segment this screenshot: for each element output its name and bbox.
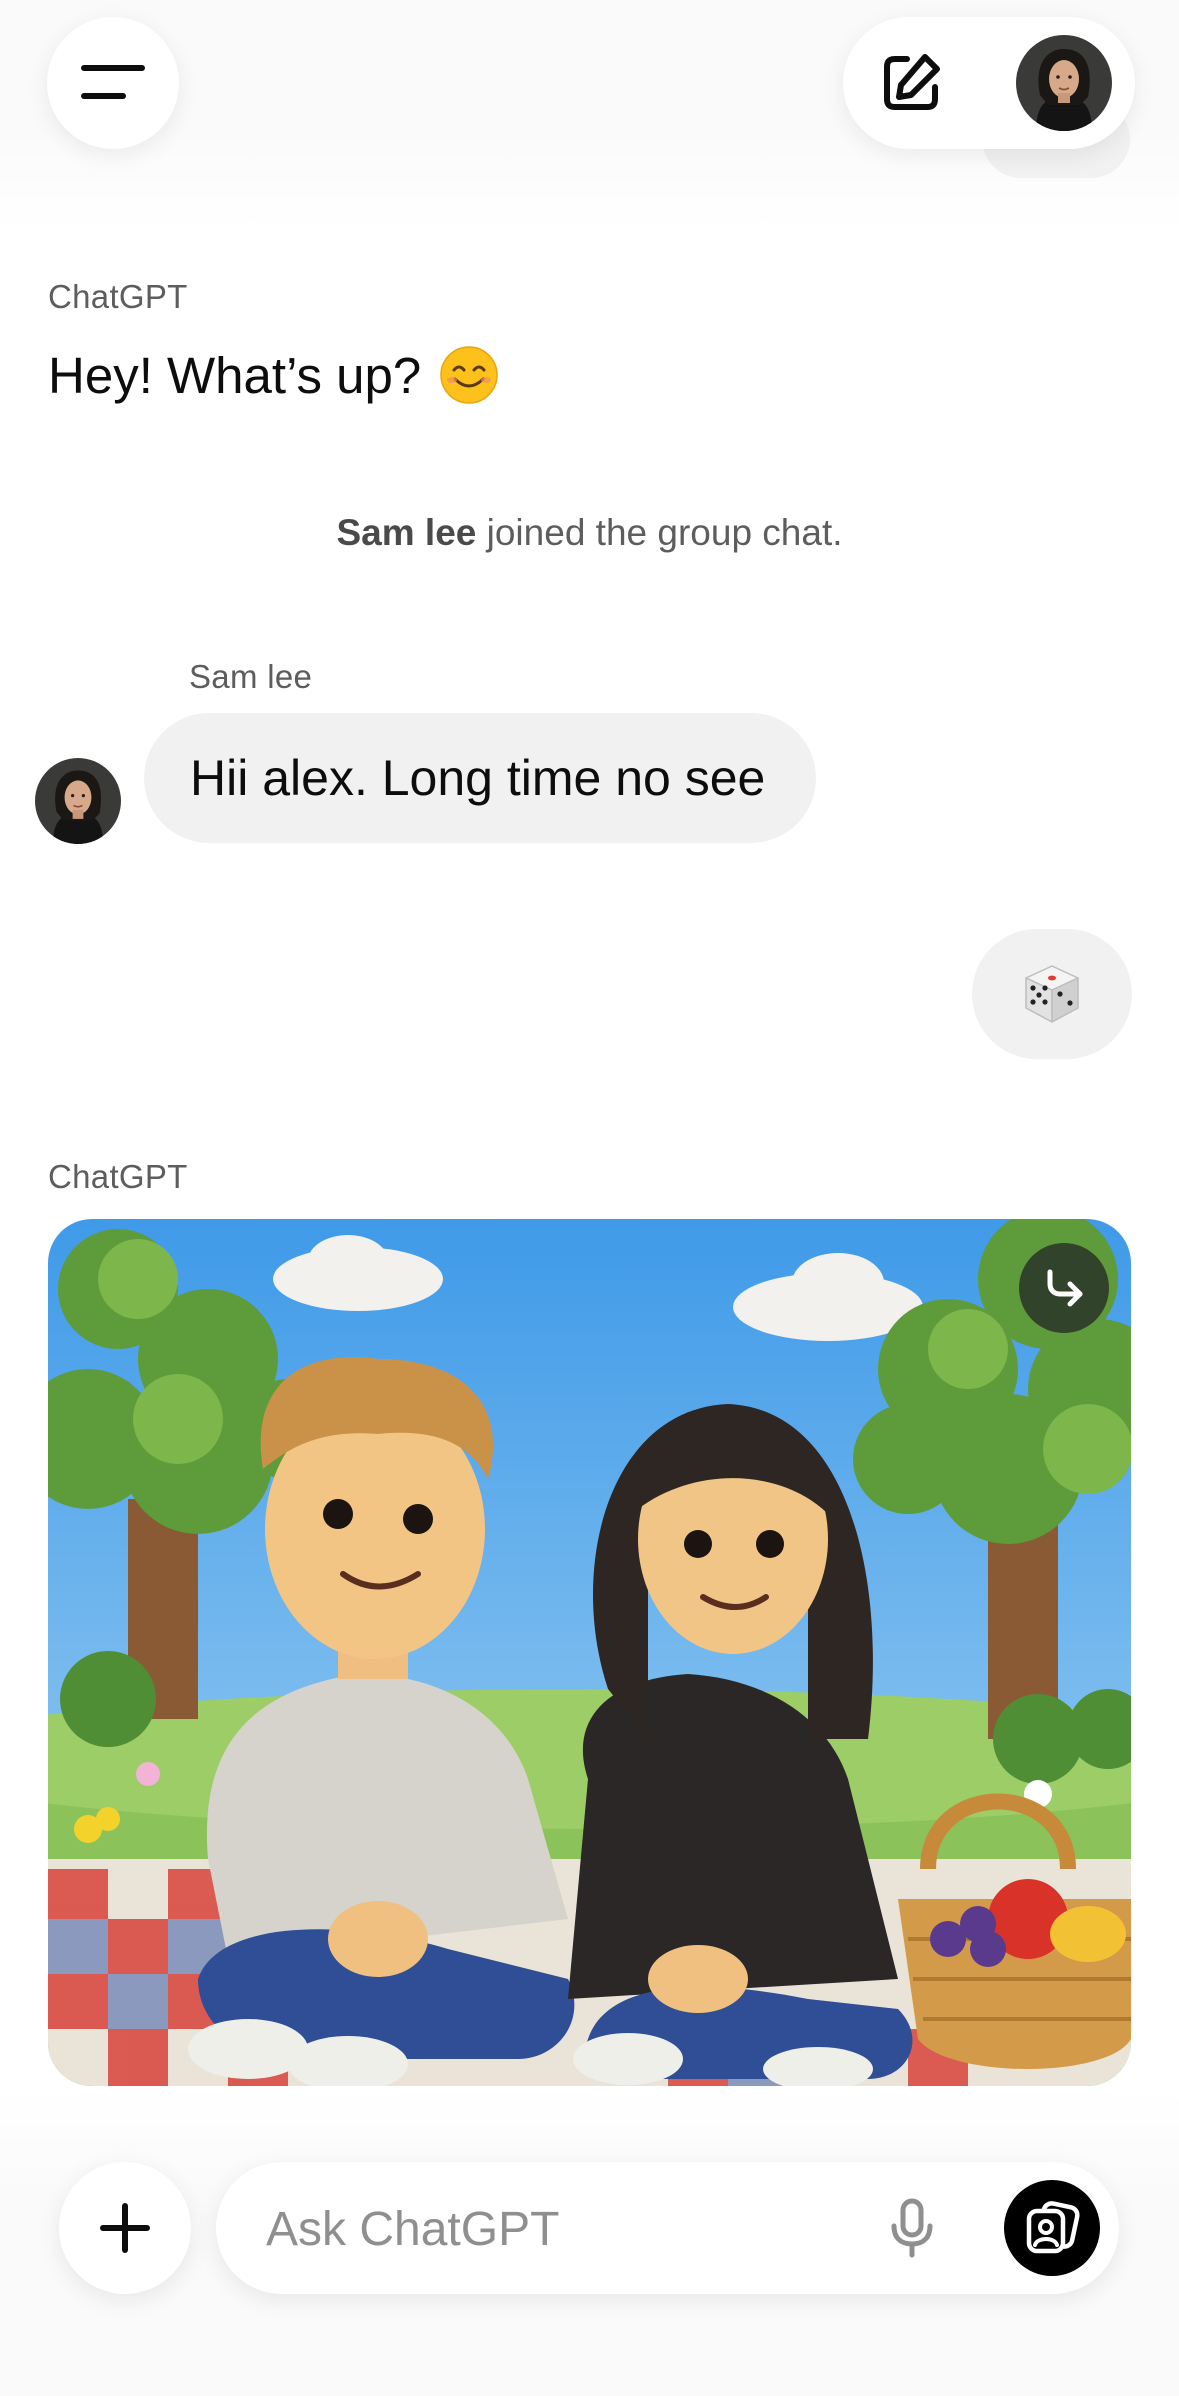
self-message-bubble[interactable] bbox=[972, 929, 1132, 1059]
attach-button[interactable] bbox=[59, 2162, 191, 2294]
system-message-name: Sam lee bbox=[336, 512, 477, 553]
avatar bbox=[35, 758, 121, 844]
assistant-message: Hey! What’s up? bbox=[48, 345, 499, 405]
user-avatar[interactable] bbox=[35, 758, 121, 844]
plus-icon bbox=[100, 2203, 150, 2253]
clay-couple-picnic-image bbox=[48, 1219, 1131, 2086]
menu-button[interactable] bbox=[47, 17, 179, 149]
voice-mode-icon bbox=[1026, 2201, 1080, 2254]
generated-image[interactable] bbox=[48, 1219, 1131, 2086]
message-input[interactable] bbox=[264, 2192, 828, 2266]
microphone-icon bbox=[891, 2198, 933, 2258]
header-actions bbox=[843, 17, 1135, 149]
sender-label: ChatGPT bbox=[48, 278, 188, 315]
profile-avatar[interactable] bbox=[1016, 35, 1112, 131]
dice-icon bbox=[1025, 965, 1079, 1023]
message-text: Hii alex. Long time no see bbox=[190, 750, 766, 806]
message-text: Hey! What’s up? bbox=[48, 346, 422, 404]
avatar bbox=[1016, 35, 1112, 131]
menu-icon bbox=[81, 65, 145, 99]
sender-label: ChatGPT bbox=[48, 1158, 188, 1195]
smiling-face-emoji bbox=[440, 346, 498, 404]
sender-label: Sam lee bbox=[189, 658, 313, 695]
share-arrow-icon bbox=[1047, 1269, 1083, 1307]
system-message-text: joined the group chat. bbox=[476, 512, 843, 553]
system-message: Sam lee joined the group chat. bbox=[0, 512, 1179, 554]
dictate-button[interactable] bbox=[874, 2190, 950, 2266]
user-message-bubble[interactable]: Hii alex. Long time no see bbox=[144, 713, 816, 843]
voice-mode-button[interactable] bbox=[1004, 2180, 1100, 2276]
composer-bar bbox=[216, 2162, 1119, 2294]
share-button[interactable] bbox=[1019, 1243, 1109, 1333]
new-chat-button[interactable] bbox=[867, 39, 955, 127]
compose-icon bbox=[884, 54, 940, 110]
